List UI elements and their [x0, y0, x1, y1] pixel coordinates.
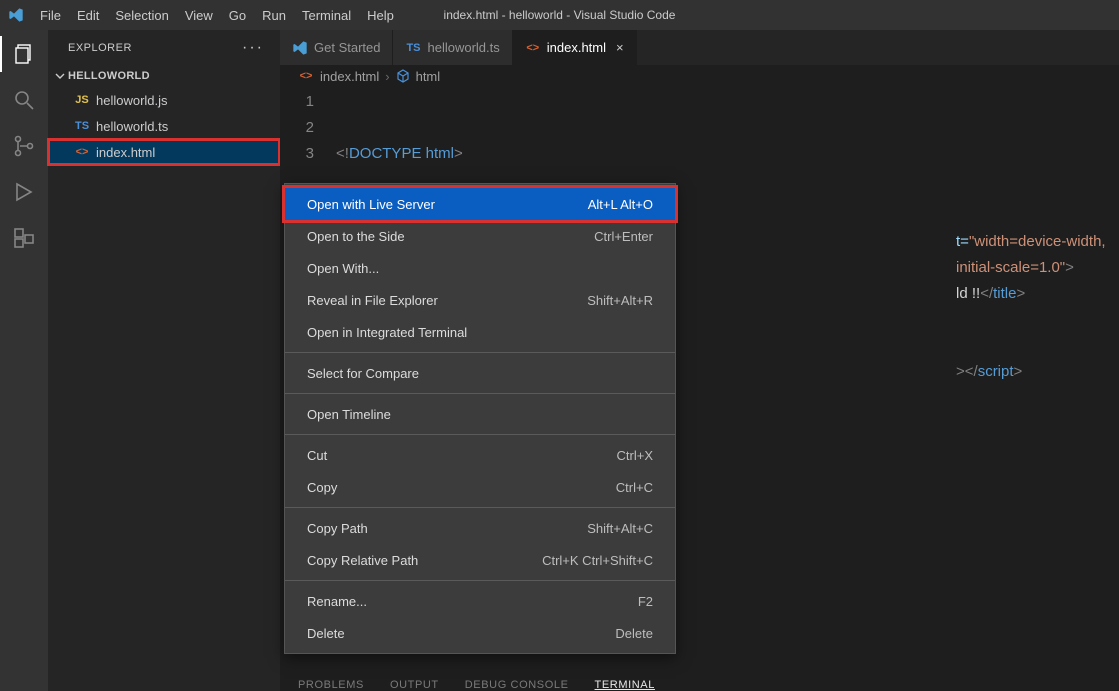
menu-terminal[interactable]: Terminal — [294, 4, 359, 27]
menu-separator — [285, 434, 675, 435]
menu-item-label: Open with Live Server — [307, 197, 435, 212]
context-menu: Open with Live Server Alt+L Alt+O Open to … — [284, 183, 676, 654]
editor-tabs: Get StartedTShelloworld.ts<>index.html× — [280, 30, 1119, 65]
explorer-icon[interactable] — [10, 40, 38, 68]
menu-item-label: Open to the Side — [307, 229, 405, 244]
menu-separator — [285, 507, 675, 508]
menu-item-label: Delete — [307, 626, 345, 641]
chevron-down-icon — [54, 70, 66, 82]
menu-item-shortcut: Ctrl+C — [616, 480, 653, 495]
menu-separator — [285, 352, 675, 353]
menu-item-open-with-live-server[interactable]: Open with Live Server Alt+L Alt+O — [285, 188, 675, 220]
titlebar: FileEditSelectionViewGoRunTerminalHelp i… — [0, 0, 1119, 30]
menu-item-shortcut: Shift+Alt+R — [587, 293, 653, 308]
breadcrumb-node: html — [416, 69, 441, 84]
more-icon[interactable]: ··· — [242, 39, 264, 57]
menu-item-label: Reveal in File Explorer — [307, 293, 438, 308]
menu-file[interactable]: File — [32, 4, 69, 27]
menu-item-rename-[interactable]: Rename... F2 — [285, 585, 675, 617]
file-label: helloworld.ts — [96, 119, 168, 134]
run-debug-icon[interactable] — [10, 178, 38, 206]
menu-separator — [285, 580, 675, 581]
file-item-helloworld.js[interactable]: JS helloworld.js — [48, 87, 280, 113]
menu-item-cut[interactable]: Cut Ctrl+X — [285, 439, 675, 471]
menu-help[interactable]: Help — [359, 4, 402, 27]
menu-go[interactable]: Go — [221, 4, 254, 27]
menu-bar: FileEditSelectionViewGoRunTerminalHelp — [32, 4, 402, 27]
sidebar-header: EXPLORER ··· — [48, 30, 280, 65]
chevron-right-icon: › — [385, 69, 389, 84]
file-label: helloworld.js — [96, 93, 168, 108]
panel-tab-output[interactable]: OUTPUT — [390, 679, 439, 691]
activity-bar — [0, 30, 48, 691]
menu-item-label: Rename... — [307, 594, 367, 609]
menu-item-label: Open in Integrated Terminal — [307, 325, 467, 340]
file-item-helloworld.ts[interactable]: TS helloworld.ts — [48, 113, 280, 139]
menu-item-shortcut: Shift+Alt+C — [587, 521, 653, 536]
tab-index-html[interactable]: <>index.html× — [513, 30, 637, 65]
menu-selection[interactable]: Selection — [107, 4, 176, 27]
menu-item-shortcut: F2 — [638, 594, 653, 609]
menu-item-shortcut: Ctrl+K Ctrl+Shift+C — [542, 553, 653, 568]
vscode-logo-icon — [8, 7, 24, 23]
file-icon: TS — [74, 120, 90, 132]
file-icon: <> — [74, 146, 90, 158]
file-tree: JS helloworld.js TS helloworld.ts <> index.ht… — [48, 87, 280, 165]
menu-separator — [285, 393, 675, 394]
menu-item-shortcut: Delete — [615, 626, 653, 641]
folder-header[interactable]: HELLOWORLD — [48, 65, 280, 87]
file-label: index.html — [96, 145, 155, 160]
file-icon: JS — [74, 94, 90, 106]
cube-icon — [396, 69, 410, 83]
tab-helloworld-ts[interactable]: TShelloworld.ts — [393, 30, 512, 65]
code-peek: t="width=device-width, initial-scale=1.0… — [956, 125, 1119, 385]
source-control-icon[interactable] — [10, 132, 38, 160]
menu-run[interactable]: Run — [254, 4, 294, 27]
menu-item-delete[interactable]: Delete Delete — [285, 617, 675, 649]
menu-item-label: Open Timeline — [307, 407, 391, 422]
tab-get-started[interactable]: Get Started — [280, 30, 393, 65]
menu-item-open-with-[interactable]: Open With... — [285, 252, 675, 284]
menu-item-shortcut: Alt+L Alt+O — [588, 197, 653, 212]
extensions-icon[interactable] — [10, 224, 38, 252]
tab-label: index.html — [547, 40, 606, 55]
menu-item-label: Open With... — [307, 261, 379, 276]
menu-item-shortcut: Ctrl+Enter — [594, 229, 653, 244]
search-icon[interactable] — [10, 86, 38, 114]
tab-label: helloworld.ts — [427, 40, 499, 55]
menu-item-label: Cut — [307, 448, 327, 463]
tab-label: Get Started — [314, 40, 380, 55]
menu-item-open-to-the-side[interactable]: Open to the Side Ctrl+Enter — [285, 220, 675, 252]
menu-item-label: Copy Relative Path — [307, 553, 418, 568]
menu-item-label: Copy — [307, 480, 337, 495]
panel-tabs: PROBLEMS OUTPUT DEBUG CONSOLE TERMINAL — [298, 675, 655, 691]
menu-item-label: Select for Compare — [307, 366, 419, 381]
panel-tab-terminal[interactable]: TERMINAL — [595, 679, 655, 691]
sidebar-title: EXPLORER — [68, 42, 132, 54]
menu-item-open-timeline[interactable]: Open Timeline — [285, 398, 675, 430]
menu-item-copy-relative-path[interactable]: Copy Relative Path Ctrl+K Ctrl+Shift+C — [285, 544, 675, 576]
panel-tab-problems[interactable]: PROBLEMS — [298, 679, 364, 691]
menu-item-open-in-integrated-terminal[interactable]: Open in Integrated Terminal — [285, 316, 675, 348]
menu-item-shortcut: Ctrl+X — [617, 448, 653, 463]
file-item-index.html[interactable]: <> index.html — [48, 139, 280, 165]
sidebar: EXPLORER ··· HELLOWORLD JS helloworld.js T… — [48, 30, 280, 691]
close-icon[interactable]: × — [616, 40, 624, 55]
breadcrumb-file: index.html — [320, 69, 379, 84]
menu-view[interactable]: View — [177, 4, 221, 27]
menu-item-select-for-compare[interactable]: Select for Compare — [285, 357, 675, 389]
menu-item-copy[interactable]: Copy Ctrl+C — [285, 471, 675, 503]
breadcrumb[interactable]: <> index.html › html — [280, 65, 1119, 87]
menu-item-reveal-in-file-explorer[interactable]: Reveal in File Explorer Shift+Alt+R — [285, 284, 675, 316]
html-file-icon: <> — [298, 70, 314, 82]
menu-item-copy-path[interactable]: Copy Path Shift+Alt+C — [285, 512, 675, 544]
menu-item-label: Copy Path — [307, 521, 368, 536]
menu-edit[interactable]: Edit — [69, 4, 107, 27]
panel-tab-debug-console[interactable]: DEBUG CONSOLE — [465, 679, 569, 691]
folder-name: HELLOWORLD — [68, 70, 150, 82]
